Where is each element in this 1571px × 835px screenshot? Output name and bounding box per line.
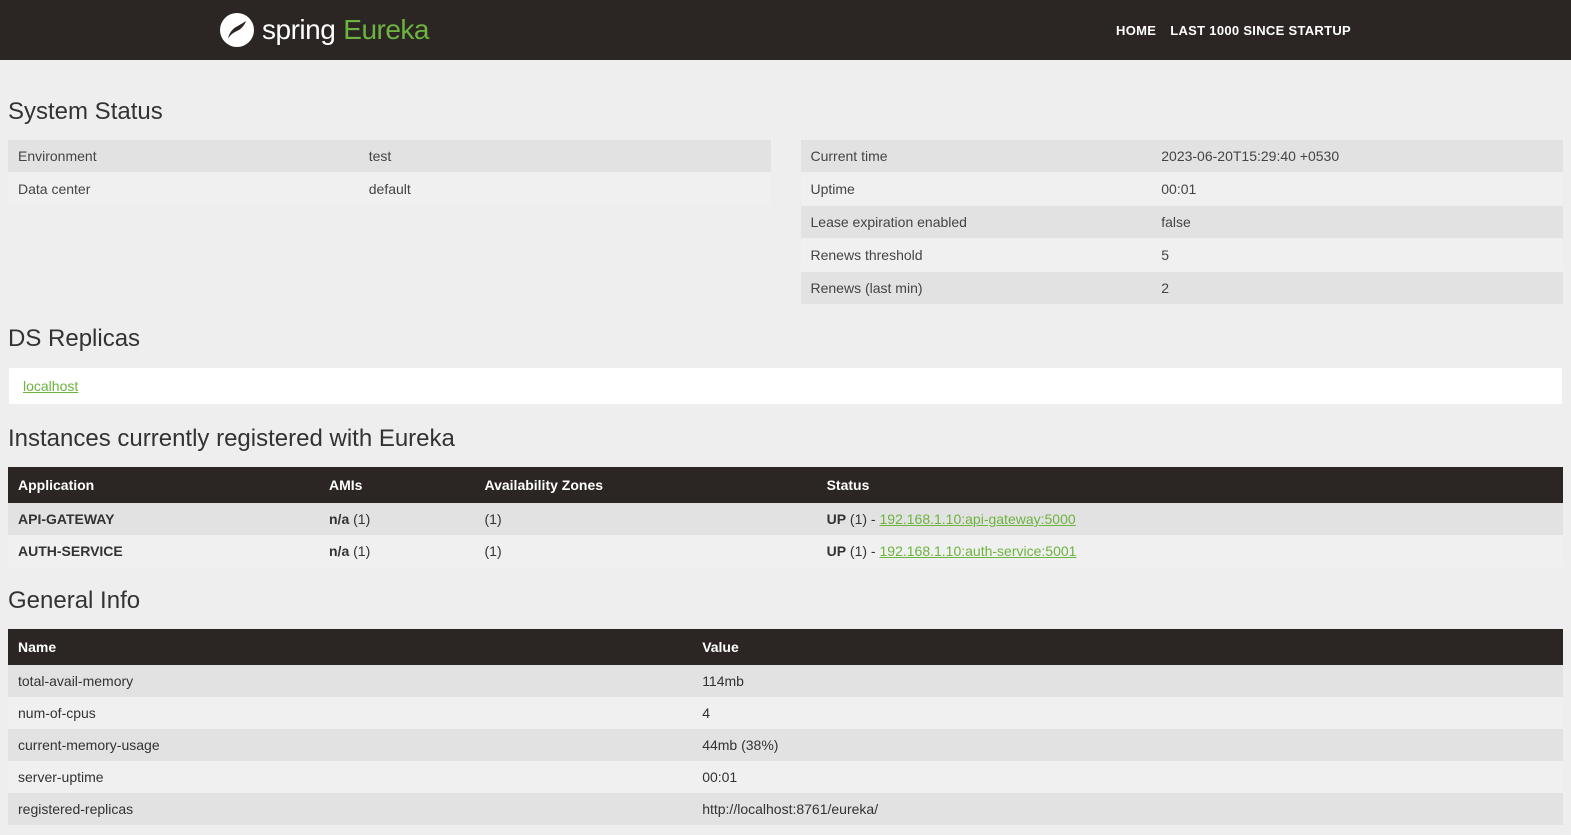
status-label: Renews threshold: [801, 239, 1152, 272]
info-value: http://localhost:8761/eureka/: [692, 793, 1563, 825]
table-row: server-uptime 00:01: [8, 761, 1563, 793]
col-application: Application: [8, 467, 319, 503]
table-row: num-of-cpus 4: [8, 697, 1563, 729]
status-count: (1): [846, 543, 867, 559]
general-info-table: Name Value total-avail-memory 114mb num-…: [8, 629, 1563, 825]
info-name: server-uptime: [8, 761, 692, 793]
heading-general-info: General Info: [8, 587, 1563, 615]
table-row: API-GATEWAY n/a (1) (1) UP (1) - 192.168…: [8, 503, 1563, 535]
status-label: Environment: [8, 140, 359, 173]
info-value: 4: [692, 697, 1563, 729]
heading-system-status: System Status: [8, 98, 1563, 126]
info-name: current-memory-usage: [8, 729, 692, 761]
status-value: default: [359, 173, 771, 206]
replica-link[interactable]: localhost: [23, 378, 78, 394]
amis-prefix: n/a: [329, 543, 349, 559]
instance-amis: n/a (1): [319, 535, 475, 567]
nav-links: HOME LAST 1000 SINCE STARTUP: [1116, 23, 1351, 38]
status-value: 2: [1151, 272, 1563, 305]
instances-table: Application AMIs Availability Zones Stat…: [8, 467, 1563, 567]
table-row: Renews threshold 5: [801, 239, 1564, 272]
brand: spring Eureka: [220, 13, 429, 47]
info-name: total-avail-memory: [8, 665, 692, 697]
col-zones: Availability Zones: [475, 467, 817, 503]
status-label: Current time: [801, 140, 1152, 173]
table-row: Uptime 00:01: [801, 173, 1564, 206]
instance-application: AUTH-SERVICE: [8, 535, 319, 567]
instance-application: API-GATEWAY: [8, 503, 319, 535]
status-value: 00:01: [1151, 173, 1563, 206]
info-name: registered-replicas: [8, 793, 692, 825]
status-up: UP: [827, 543, 846, 559]
instance-link[interactable]: 192.168.1.10:auth-service:5001: [880, 543, 1077, 559]
col-name: Name: [8, 629, 692, 665]
amis-count: (1): [349, 511, 370, 527]
status-label: Uptime: [801, 173, 1152, 206]
amis-prefix: n/a: [329, 511, 349, 527]
status-value: false: [1151, 206, 1563, 239]
table-row: Current time 2023-06-20T15:29:40 +0530: [801, 140, 1564, 173]
status-value: 5: [1151, 239, 1563, 272]
table-row: Environment test: [8, 140, 771, 173]
content: System Status Environment test Data cent…: [0, 60, 1571, 825]
brand-text-spring: spring: [262, 14, 335, 46]
table-row: Data center default: [8, 173, 771, 206]
table-row: current-memory-usage 44mb (38%): [8, 729, 1563, 761]
status-label: Data center: [8, 173, 359, 206]
instance-zones: (1): [475, 503, 817, 535]
instance-status-cell: UP (1) - 192.168.1.10:auth-service:5001: [817, 535, 1563, 567]
ds-replicas-box: localhost: [8, 367, 1563, 405]
table-row: Lease expiration enabled false: [801, 206, 1564, 239]
brand-text-eureka: Eureka: [343, 14, 429, 46]
instance-zones: (1): [475, 535, 817, 567]
table-row: AUTH-SERVICE n/a (1) (1) UP (1) - 192.16…: [8, 535, 1563, 567]
status-value: 2023-06-20T15:29:40 +0530: [1151, 140, 1563, 173]
table-row: Renews (last min) 2: [801, 272, 1564, 305]
amis-count: (1): [349, 543, 370, 559]
table-row: total-avail-memory 114mb: [8, 665, 1563, 697]
spring-logo-icon: [220, 13, 254, 47]
heading-instances: Instances currently registered with Eure…: [8, 425, 1563, 453]
system-status-columns: Environment test Data center default Cur…: [8, 140, 1563, 305]
status-label: Lease expiration enabled: [801, 206, 1152, 239]
system-status-left-table: Environment test Data center default: [8, 140, 771, 206]
navbar: spring Eureka HOME LAST 1000 SINCE START…: [0, 0, 1571, 60]
col-amis: AMIs: [319, 467, 475, 503]
separator: -: [867, 511, 879, 527]
status-up: UP: [827, 511, 846, 527]
instance-status-cell: UP (1) - 192.168.1.10:api-gateway:5000: [817, 503, 1563, 535]
info-value: 00:01: [692, 761, 1563, 793]
status-value: test: [359, 140, 771, 173]
col-status: Status: [817, 467, 1563, 503]
status-label: Renews (last min): [801, 272, 1152, 305]
nav-link-home[interactable]: HOME: [1116, 23, 1156, 38]
info-value: 44mb (38%): [692, 729, 1563, 761]
status-count: (1): [846, 511, 867, 527]
instance-link[interactable]: 192.168.1.10:api-gateway:5000: [880, 511, 1076, 527]
instance-amis: n/a (1): [319, 503, 475, 535]
system-status-right-table: Current time 2023-06-20T15:29:40 +0530 U…: [801, 140, 1564, 305]
table-row: registered-replicas http://localhost:876…: [8, 793, 1563, 825]
separator: -: [867, 543, 879, 559]
nav-link-last1000[interactable]: LAST 1000 SINCE STARTUP: [1170, 23, 1351, 38]
heading-ds-replicas: DS Replicas: [8, 325, 1563, 353]
col-value: Value: [692, 629, 1563, 665]
info-name: num-of-cpus: [8, 697, 692, 729]
info-value: 114mb: [692, 665, 1563, 697]
